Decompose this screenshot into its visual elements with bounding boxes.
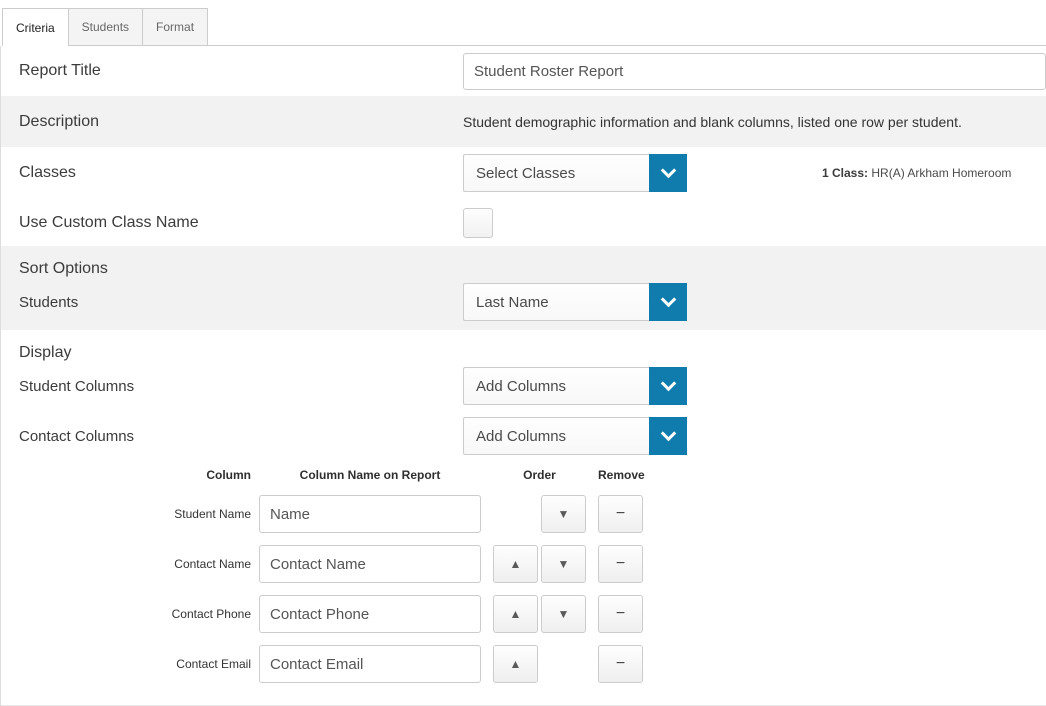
use-custom-class-name-label: Use Custom Class Name xyxy=(19,214,463,232)
sort-students-dropdown[interactable]: Last Name xyxy=(463,283,687,321)
column-source-label: Contact Name xyxy=(1,557,251,571)
chevron-down-icon xyxy=(660,376,676,392)
tab-bar: Criteria Students Format xyxy=(2,0,1046,46)
move-up-button[interactable]: ▲ xyxy=(493,645,538,683)
report-title-input[interactable] xyxy=(463,53,1046,90)
select-classes-dropdown[interactable]: Select Classes xyxy=(463,154,687,192)
use-custom-class-name-checkbox[interactable] xyxy=(463,208,493,238)
description-label: Description xyxy=(19,113,463,131)
student-columns-label: Student Columns xyxy=(19,378,463,395)
sort-options-heading: Sort Options xyxy=(1,258,1046,280)
dropdown-caret-button[interactable] xyxy=(649,417,687,455)
classes-row: Classes Select Classes 1 Class: HR(A) Ar… xyxy=(1,147,1046,199)
header-column: Column xyxy=(1,468,251,482)
remove-column-button[interactable]: − xyxy=(598,645,643,683)
class-names: HR(A) Arkham Homeroom xyxy=(868,166,1011,180)
tab-criteria[interactable]: Criteria xyxy=(2,8,69,46)
description-text: Student demographic information and blan… xyxy=(463,114,962,130)
chevron-down-icon xyxy=(660,163,676,179)
header-order: Order xyxy=(493,468,586,482)
column-name-input[interactable] xyxy=(259,545,481,583)
table-row: Contact Name ▲ ▼ − xyxy=(1,545,1046,583)
move-down-button[interactable]: ▼ xyxy=(541,495,586,533)
column-name-input[interactable] xyxy=(259,645,481,683)
move-down-button[interactable]: ▼ xyxy=(541,595,586,633)
tab-students[interactable]: Students xyxy=(69,8,143,45)
columns-table-header: Column Column Name on Report Order Remov… xyxy=(1,467,1046,483)
sort-students-row: Students Last Name xyxy=(1,283,1046,321)
chevron-down-icon xyxy=(660,426,676,442)
move-down-button[interactable]: ▼ xyxy=(541,545,586,583)
selected-classes-summary: 1 Class: HR(A) Arkham Homeroom xyxy=(822,166,1011,180)
move-up-button[interactable]: ▲ xyxy=(493,595,538,633)
criteria-panel: Report Title Description Student demogra… xyxy=(0,46,1046,706)
dropdown-caret-button[interactable] xyxy=(649,154,687,192)
class-count: 1 Class: xyxy=(822,166,868,180)
contact-columns-row: Contact Columns Add Columns xyxy=(1,417,1046,455)
sort-students-value: Last Name xyxy=(463,283,649,321)
contact-columns-value: Add Columns xyxy=(463,417,649,455)
tab-format[interactable]: Format xyxy=(143,8,208,45)
select-classes-value: Select Classes xyxy=(463,154,649,192)
sort-options-section: Sort Options Students Last Name xyxy=(1,246,1046,330)
sort-students-label: Students xyxy=(19,294,463,311)
student-columns-row: Student Columns Add Columns xyxy=(1,367,1046,405)
dropdown-caret-button[interactable] xyxy=(649,283,687,321)
report-title-row: Report Title xyxy=(1,46,1046,96)
table-row: Student Name ▲ ▼ − xyxy=(1,495,1046,533)
move-up-button[interactable]: ▲ xyxy=(493,545,538,583)
columns-table-rows: Student Name ▲ ▼ − Contact Name ▲ ▼ − Co… xyxy=(1,495,1046,683)
column-source-label: Student Name xyxy=(1,507,251,521)
table-row: Contact Email ▲ ▼ − xyxy=(1,645,1046,683)
student-columns-dropdown[interactable]: Add Columns xyxy=(463,367,687,405)
remove-column-button[interactable]: − xyxy=(598,545,643,583)
remove-column-button[interactable]: − xyxy=(598,595,643,633)
report-title-label: Report Title xyxy=(19,62,463,80)
table-row: Contact Phone ▲ ▼ − xyxy=(1,595,1046,633)
dropdown-caret-button[interactable] xyxy=(649,367,687,405)
column-name-input[interactable] xyxy=(259,495,481,533)
remove-column-button[interactable]: − xyxy=(598,495,643,533)
chevron-down-icon xyxy=(660,292,676,308)
description-row: Description Student demographic informat… xyxy=(1,96,1046,147)
contact-columns-dropdown[interactable]: Add Columns xyxy=(463,417,687,455)
header-column-name-on-report: Column Name on Report xyxy=(259,468,481,482)
custom-class-name-row: Use Custom Class Name xyxy=(1,199,1046,246)
classes-label: Classes xyxy=(19,164,463,182)
display-heading: Display xyxy=(1,342,1046,364)
student-columns-value: Add Columns xyxy=(463,367,649,405)
column-source-label: Contact Phone xyxy=(1,607,251,621)
contact-columns-label: Contact Columns xyxy=(19,428,463,445)
header-remove: Remove xyxy=(598,468,643,482)
column-source-label: Contact Email xyxy=(1,657,251,671)
display-section: Display Student Columns Add Columns Cont… xyxy=(1,330,1046,455)
columns-table: Column Column Name on Report Order Remov… xyxy=(1,467,1046,683)
column-name-input[interactable] xyxy=(259,595,481,633)
